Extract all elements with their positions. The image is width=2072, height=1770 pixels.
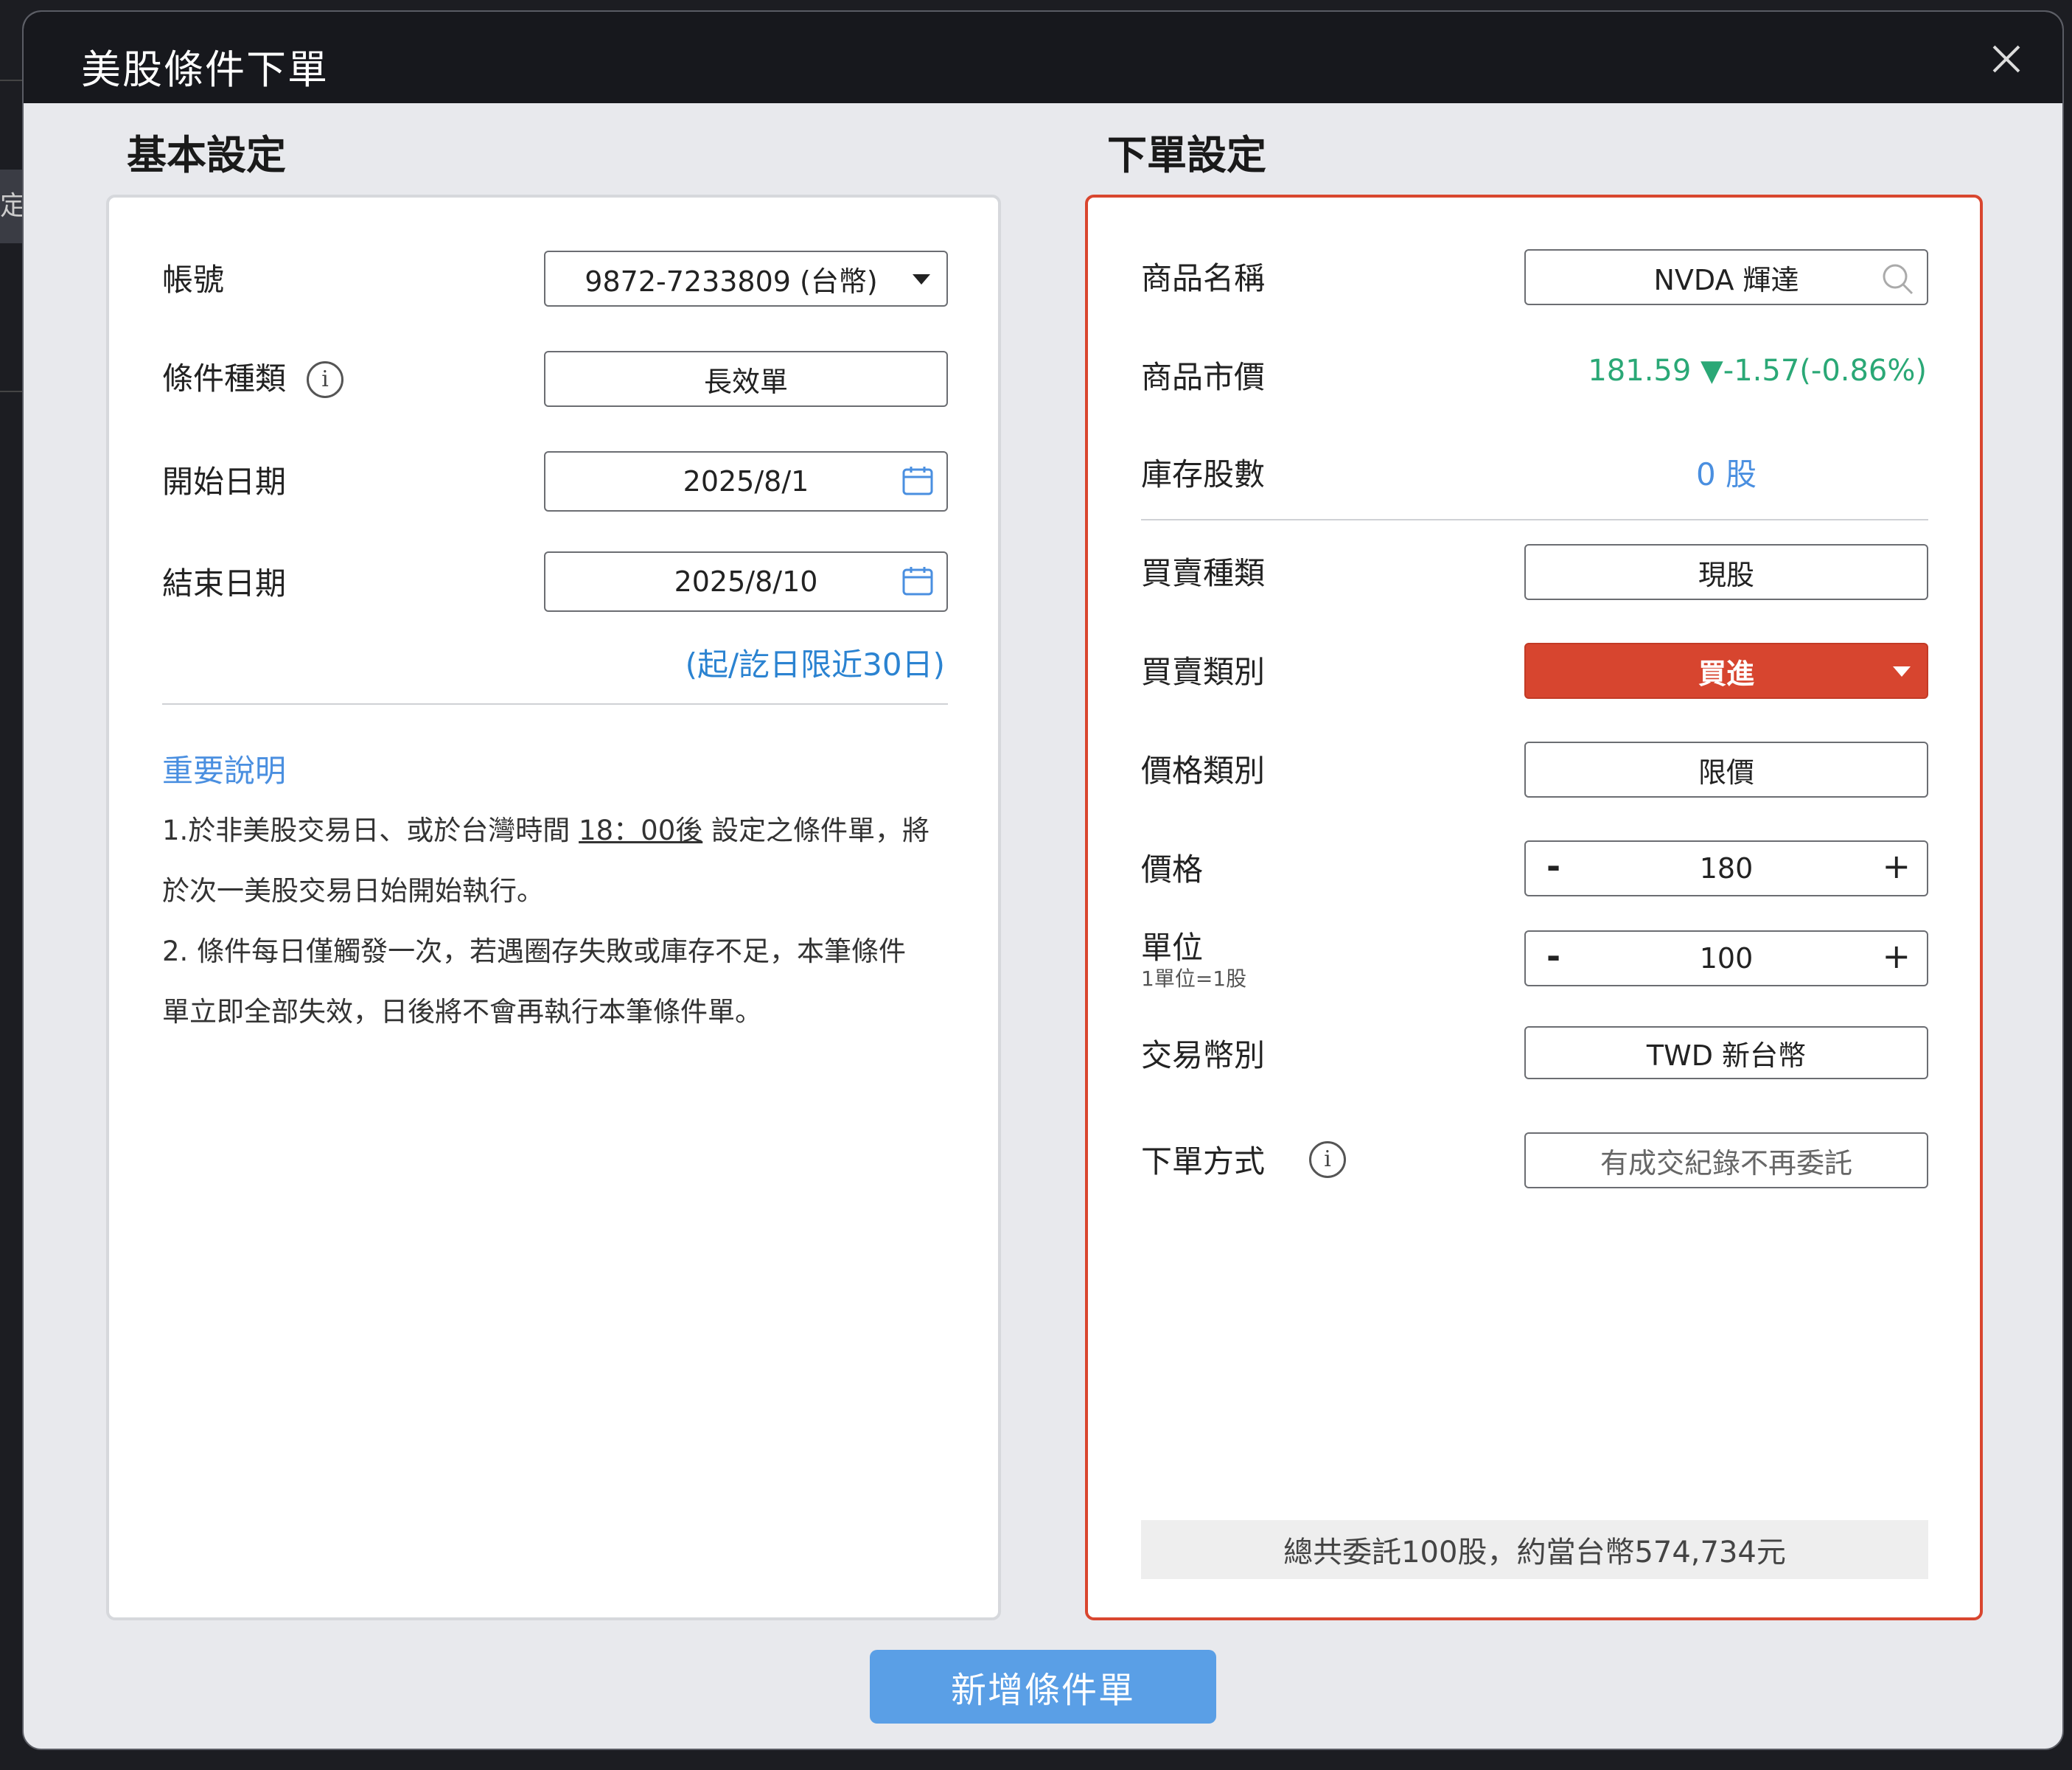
- unit-decrement-button[interactable]: -: [1546, 936, 1560, 976]
- price-increment-button[interactable]: +: [1882, 846, 1911, 886]
- product-name-label: 商品名稱: [1141, 260, 1266, 296]
- unit-value: 100: [1699, 942, 1754, 975]
- note1-a: 1.於非美股交易日、或於台灣時間: [162, 815, 571, 846]
- notes-text: 1.於非美股交易日、或於台灣時間 18：00後 設定之條件單，將 於次一美股交易…: [162, 801, 958, 1042]
- price-type-value: 限價: [1698, 756, 1754, 789]
- inventory-label: 庫存股數: [1141, 456, 1266, 492]
- currency-field[interactable]: TWD 新台幣: [1524, 1026, 1928, 1079]
- search-icon[interactable]: [1880, 261, 1915, 296]
- basic-settings-panel: 帳號 9872-7233809 (台幣) 條件種類 i 長效單 開始日期 202…: [106, 195, 1001, 1620]
- account-select[interactable]: 9872-7233809 (台幣): [544, 251, 948, 307]
- side-value: 買進: [1698, 657, 1754, 690]
- info-icon[interactable]: i: [307, 361, 343, 398]
- end-date-input[interactable]: 2025/8/10: [544, 551, 948, 612]
- trade-type-field[interactable]: 現股: [1524, 544, 1928, 600]
- order-method-value: 有成交紀錄不再委託: [1600, 1146, 1852, 1180]
- price-type-label: 價格類別: [1141, 753, 1266, 789]
- background-divider: [0, 391, 22, 392]
- condition-type-label: 條件種類: [162, 360, 287, 397]
- order-settings-title: 下單設定: [1107, 132, 1266, 178]
- note2-b: 單立即全部失效，日後將不會再執行本筆條件單。: [162, 996, 762, 1028]
- note1-b: 設定之條件單，將: [711, 815, 930, 846]
- condition-type-field[interactable]: 長效單: [544, 351, 948, 407]
- start-date-input[interactable]: 2025/8/1: [544, 451, 948, 512]
- account-value: 9872-7233809 (台幣): [585, 265, 878, 298]
- note1-c: 於次一美股交易日始開始執行。: [162, 875, 544, 907]
- price-value: 180: [1699, 852, 1754, 885]
- product-name-value: NVDA 輝達: [1653, 263, 1799, 296]
- unit-stepper[interactable]: - 100 +: [1524, 930, 1928, 986]
- close-icon[interactable]: [1992, 44, 2021, 74]
- calendar-icon[interactable]: [902, 466, 933, 495]
- trade-type-value: 現股: [1698, 558, 1754, 591]
- unit-label: 單位: [1141, 930, 1204, 966]
- order-method-label: 下單方式: [1141, 1143, 1266, 1180]
- date-range-hint: (起/訖日限近30日): [685, 647, 945, 683]
- start-date-value: 2025/8/1: [683, 465, 809, 498]
- note2-a: 2. 條件每日僅觸發一次，若遇圈存失敗或庫存不足，本筆條件: [162, 935, 907, 967]
- market-price-label: 商品市價: [1141, 359, 1266, 395]
- order-method-field[interactable]: 有成交紀錄不再委託: [1524, 1132, 1928, 1188]
- product-search-input[interactable]: NVDA 輝達: [1524, 249, 1928, 305]
- background-tab: 定: [0, 170, 27, 243]
- unit-sub-label: 1單位=1股: [1141, 966, 1247, 991]
- dialog-titlebar: 美股條件下單: [24, 12, 2062, 103]
- important-notes-link[interactable]: 重要說明: [162, 746, 286, 791]
- order-summary: 總共委託100股，約當台幣574,734元: [1141, 1520, 1928, 1579]
- background-divider: [0, 80, 22, 81]
- trade-type-label: 買賣種類: [1141, 555, 1266, 591]
- info-icon[interactable]: i: [1309, 1141, 1346, 1178]
- end-date-label: 結束日期: [162, 565, 287, 602]
- market-price-value: 181.59 ▼-1.57(-0.86%): [1588, 354, 1927, 388]
- price-type-field[interactable]: 限價: [1524, 742, 1928, 798]
- currency-label: 交易幣別: [1141, 1037, 1266, 1073]
- price-decrement-button[interactable]: -: [1546, 846, 1560, 886]
- unit-increment-button[interactable]: +: [1882, 936, 1911, 976]
- side-label: 買賣類別: [1141, 654, 1266, 690]
- inventory-value: 0 股: [1695, 456, 1757, 492]
- price-label: 價格: [1141, 851, 1204, 888]
- side-select[interactable]: 買進: [1524, 643, 1928, 699]
- chevron-down-icon: [1893, 666, 1911, 677]
- account-label: 帳號: [162, 262, 225, 298]
- price-stepper[interactable]: - 180 +: [1524, 840, 1928, 896]
- start-date-label: 開始日期: [162, 464, 287, 500]
- calendar-icon[interactable]: [902, 566, 933, 596]
- basic-settings-title: 基本設定: [127, 132, 286, 178]
- condition-type-value: 長效單: [703, 365, 788, 398]
- end-date-value: 2025/8/10: [674, 565, 818, 598]
- divider: [162, 703, 948, 705]
- dialog-title: 美股條件下單: [81, 46, 329, 93]
- chevron-down-icon: [913, 274, 930, 285]
- divider: [1141, 519, 1928, 520]
- order-settings-panel: 商品名稱 NVDA 輝達 商品市價 181.59 ▼-1.57(-0.86%) …: [1085, 195, 1983, 1620]
- currency-value: TWD 新台幣: [1646, 1039, 1807, 1072]
- note1-time: 18：00後: [579, 815, 703, 846]
- us-stock-condition-order-dialog: 美股條件下單 基本設定 帳號 9872-7233809 (台幣) 條件種類 i …: [22, 10, 2064, 1750]
- add-condition-order-button[interactable]: 新增條件單: [870, 1650, 1216, 1724]
